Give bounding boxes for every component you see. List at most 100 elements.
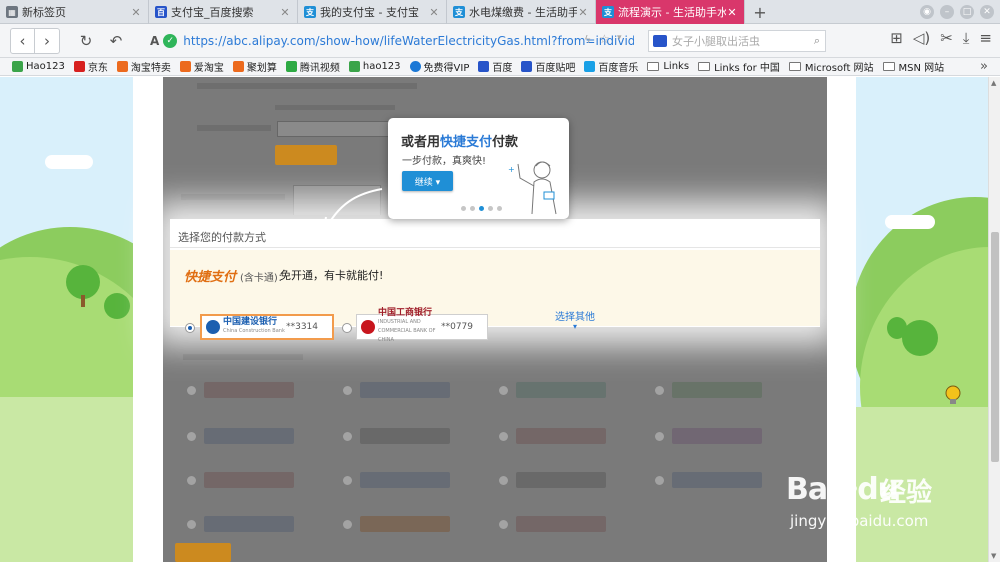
tab-label: 水电煤缴费 - 生活助手	[469, 6, 577, 19]
scroll-down-icon[interactable]: ▼	[991, 552, 996, 560]
bank-option[interactable]	[343, 469, 455, 491]
bank-option[interactable]	[187, 469, 299, 491]
bank-option[interactable]	[187, 513, 299, 535]
bank-option[interactable]	[499, 469, 611, 491]
close-icon[interactable]: ✕	[577, 6, 589, 19]
url-text[interactable]: https://abc.alipay.com/show-how/lifeWate…	[183, 34, 634, 48]
tree-trunk	[81, 295, 85, 307]
close-icon[interactable]: ✕	[279, 6, 291, 19]
bookmark-baidu[interactable]: 百度	[478, 59, 512, 74]
star-icon[interactable]: ☆	[599, 32, 610, 46]
folder-icon	[698, 62, 711, 71]
baidu-icon	[521, 61, 533, 72]
quickpay-section: 选择您的付款方式 快捷支付 (含卡通)： 免开通，有卡就能付! 中国建设银行 Ch…	[170, 219, 820, 343]
secure-shield-icon[interactable]: ✓	[163, 34, 178, 48]
cloud-left	[45, 155, 93, 169]
close-window-icon[interactable]: ✕	[980, 5, 994, 19]
tab-new-tab[interactable]: ▦ 新标签页 ✕	[0, 0, 149, 24]
window-controls: ◉ – □ ✕	[920, 0, 1000, 24]
chevron-down-icon: ▾	[572, 322, 577, 331]
bookmark-folder-links[interactable]: Links	[647, 61, 689, 72]
bank-card-icbc[interactable]: 中国工商银行 INDUSTRIAL AND COMMERCIAL BANK OF …	[356, 309, 488, 343]
tab-flow-demo[interactable]: 支 流程演示 - 生活助手水电... ✕	[596, 0, 745, 24]
bank-option[interactable]	[499, 379, 611, 401]
radio-icbc[interactable]	[342, 323, 352, 333]
pointer-arrow-icon	[323, 188, 383, 230]
confirm-pay-button[interactable]	[275, 145, 337, 165]
bookmark-taobao-sale[interactable]: 淘宝特卖	[116, 59, 171, 74]
download-icon[interactable]: ⤓	[963, 29, 970, 47]
bank-option[interactable]	[655, 469, 767, 491]
tab-my-alipay[interactable]: 支 我的支付宝 - 支付宝 ✕	[298, 0, 447, 24]
scrollbar-thumb[interactable]	[991, 232, 999, 462]
bookmark-folder-msn[interactable]: MSN 网站	[882, 59, 944, 74]
new-tab-button[interactable]: +	[745, 0, 775, 24]
bank-option[interactable]	[499, 513, 611, 535]
bank-option[interactable]	[343, 425, 455, 447]
tab-utility-payment[interactable]: 支 水电煤缴费 - 生活助手 ✕	[447, 0, 596, 24]
radio-ccb[interactable]	[185, 323, 195, 333]
bank-option[interactable]	[343, 379, 455, 401]
carousel-dot[interactable]	[461, 206, 466, 211]
bank-option[interactable]	[655, 379, 767, 401]
refresh-icon[interactable]: ↻	[74, 29, 98, 53]
forward-icon[interactable]: ›	[35, 29, 59, 53]
card-tail-number: **0779	[441, 322, 473, 332]
payment-section-title: 选择您的付款方式	[178, 231, 266, 244]
bookmarks-more-icon[interactable]: »	[980, 59, 988, 74]
search-icon[interactable]: ⌕	[814, 34, 820, 48]
password-field[interactable]	[277, 121, 397, 137]
carousel-dot[interactable]	[488, 206, 493, 211]
continue-button[interactable]: 继续 ▾	[402, 171, 453, 191]
undo-icon[interactable]: ↶	[104, 29, 128, 53]
bookmark-jd[interactable]: 京东	[73, 59, 108, 74]
tab-label: 支付宝_百度搜索	[171, 6, 254, 19]
alipay-icon: 支	[304, 6, 316, 18]
bookmark-juhuasuan[interactable]: 聚划算	[232, 59, 277, 74]
vertical-scrollbar[interactable]: ▲ ▼	[988, 77, 1000, 562]
search-input[interactable]: 女子小腿取出活虫 ⌕	[648, 30, 826, 52]
paw-icon: ✿	[836, 476, 858, 506]
close-icon[interactable]: ✕	[428, 6, 440, 19]
bookmark-hao123[interactable]: Hao123	[12, 61, 65, 72]
sound-icon[interactable]: ◁)	[913, 29, 930, 47]
bank-card-ccb[interactable]: 中国建设银行 China Construction Bank **3314	[200, 314, 334, 340]
skin-icon[interactable]: ◉	[920, 5, 934, 19]
dropdown-icon[interactable]: ▾	[617, 33, 622, 43]
bank-option[interactable]	[499, 425, 611, 447]
scroll-up-icon[interactable]: ▲	[991, 79, 996, 87]
address-bar[interactable]: A ✓ https://abc.alipay.com/show-how/life…	[144, 29, 634, 53]
menu-icon[interactable]: ≡	[979, 29, 992, 47]
bookmark-free-vip[interactable]: 免费得VIP	[409, 59, 469, 74]
carousel-dot[interactable]	[497, 206, 502, 211]
bookmark-folder-microsoft[interactable]: Microsoft 网站	[788, 59, 874, 74]
choose-other-link[interactable]: 选择其他 ▾	[555, 308, 595, 331]
bank-option[interactable]	[655, 425, 767, 447]
search-engine-icon[interactable]	[653, 35, 667, 47]
close-icon[interactable]: ✕	[130, 6, 142, 19]
bookmark-tencent-video[interactable]: 腾讯视频	[285, 59, 340, 74]
bookmark-hao123-2[interactable]: hao123	[348, 61, 401, 72]
close-icon[interactable]: ✕	[726, 6, 738, 19]
bank-option[interactable]	[343, 513, 455, 535]
reader-icon[interactable]: A	[150, 34, 159, 48]
scissors-icon[interactable]: ✂	[940, 29, 953, 47]
minimize-icon[interactable]: –	[940, 5, 954, 19]
bookmark-baidu-tieba[interactable]: 百度贴吧	[521, 59, 575, 74]
bookmark-ai-taobao[interactable]: 爱淘宝	[179, 59, 224, 74]
bookmark-folder-links-china[interactable]: Links for 中国	[698, 59, 780, 74]
bookmark-baidu-music[interactable]: 百度音乐	[584, 59, 638, 74]
carousel-dot[interactable]	[470, 206, 475, 211]
taobao-icon	[232, 61, 244, 72]
extensions-icon[interactable]: ⊞	[890, 29, 903, 47]
tab-baidu-search[interactable]: 百 支付宝_百度搜索 ✕	[149, 0, 298, 24]
bank-option[interactable]	[187, 379, 299, 401]
carousel-dot-active[interactable]	[479, 206, 484, 211]
lightbulb-icon[interactable]	[944, 385, 962, 407]
next-step-button[interactable]	[175, 543, 231, 562]
maximize-icon[interactable]: □	[960, 5, 974, 19]
lightning-icon[interactable]: ϟ	[584, 33, 591, 46]
taobao-icon	[179, 61, 191, 72]
bank-option[interactable]	[187, 425, 299, 447]
back-icon[interactable]: ‹	[11, 28, 35, 53]
